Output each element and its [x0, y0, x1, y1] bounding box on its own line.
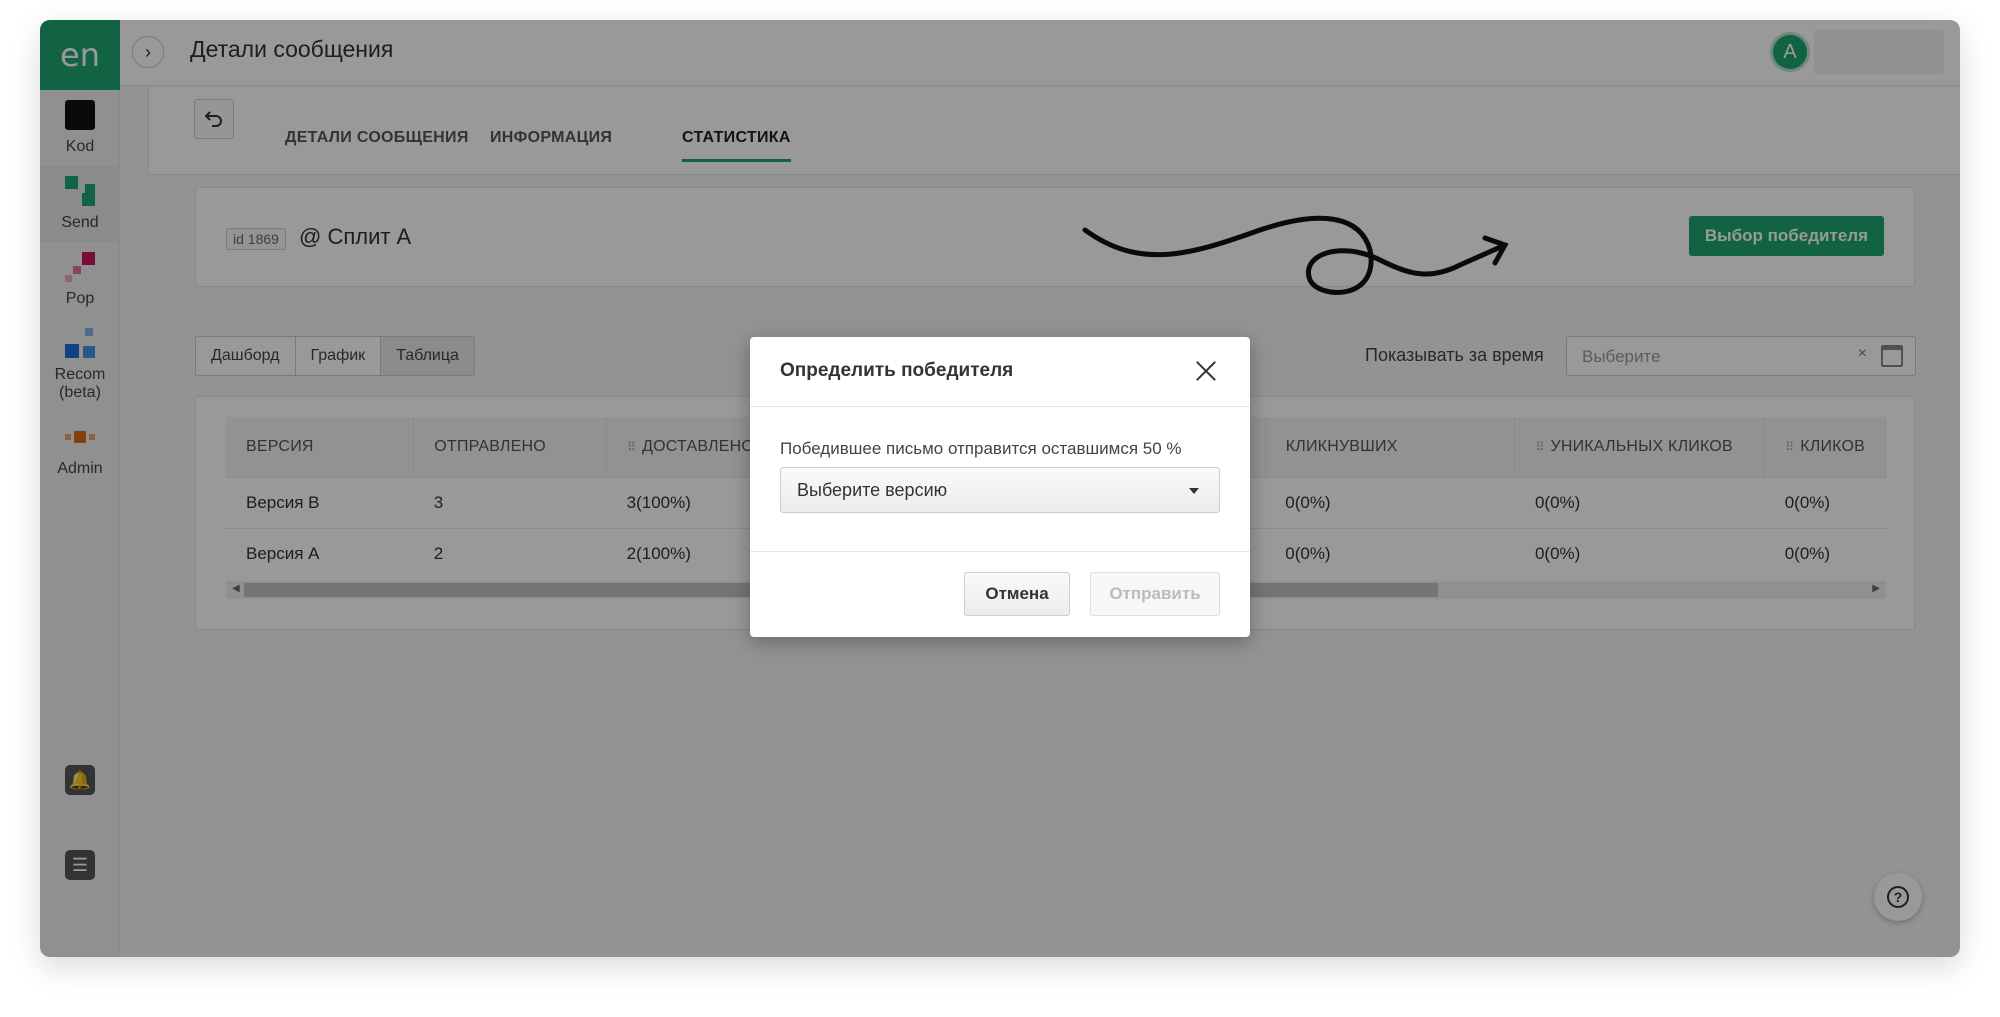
version-select[interactable]: Выберите версию: [780, 467, 1220, 513]
version-select-value: Выберите версию: [797, 480, 948, 500]
app-window: en Kod Send Pop Recom (beta) Admin 🔔 ☰ ›…: [40, 20, 1960, 957]
dialog-body: Победившее письмо отправится оставшимся …: [750, 407, 1250, 552]
close-icon[interactable]: [1192, 357, 1220, 385]
dialog-title: Определить победителя: [780, 360, 1014, 381]
send-button[interactable]: Отправить: [1090, 572, 1220, 616]
dialog-header: Определить победителя: [750, 337, 1250, 407]
dialog-text: Победившее письмо отправится оставшимся …: [780, 439, 1182, 458]
choose-winner-dialog: Определить победителя Победившее письмо …: [750, 337, 1250, 637]
chevron-down-icon: [1189, 488, 1199, 494]
cancel-button[interactable]: Отмена: [964, 572, 1070, 616]
